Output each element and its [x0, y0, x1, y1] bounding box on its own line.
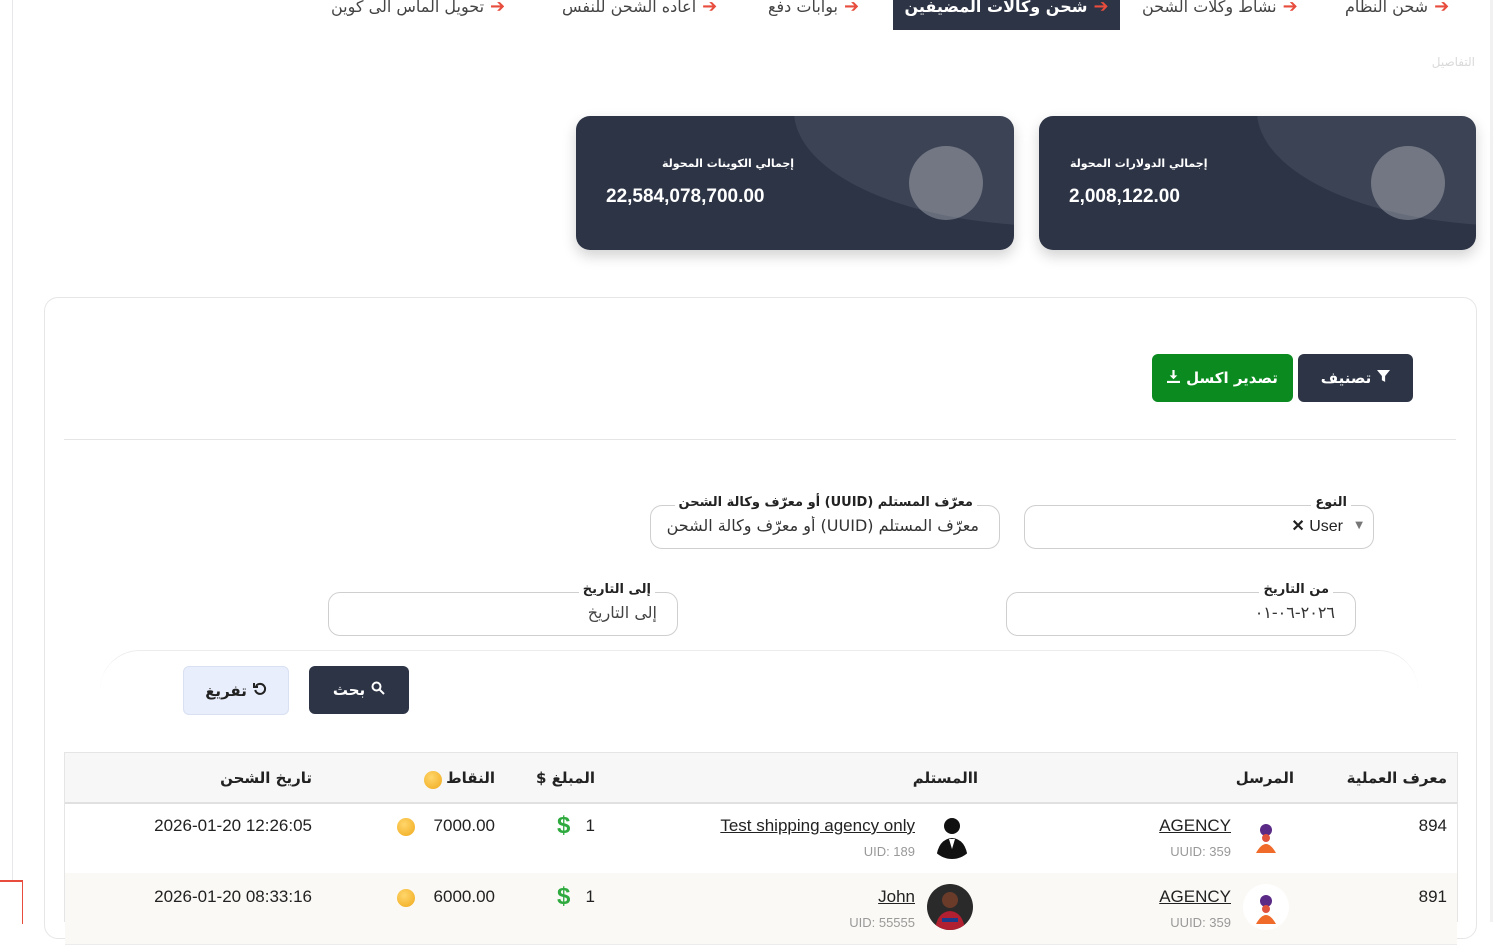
filter-icon	[1377, 369, 1391, 387]
reset-icon	[252, 682, 267, 700]
coin-icon	[424, 771, 442, 789]
recipient-link[interactable]: Test shipping agency only	[720, 816, 915, 836]
laravel-icon[interactable]	[0, 880, 23, 924]
type-selected-value: User ✕	[1285, 516, 1343, 536]
header-sender: المرسل	[1235, 769, 1294, 787]
recipient-uid: UID: 55555	[849, 915, 915, 930]
tab-diamond-to-coin[interactable]: ➔ تحويل الماس الى كوين	[331, 0, 505, 30]
sender-link[interactable]: AGENCY	[1159, 816, 1231, 836]
sender-name[interactable]: AGENCY	[1159, 816, 1231, 835]
tab-system-charge[interactable]: ➔ شحن النظام	[1345, 0, 1449, 30]
sender-uuid: UUID: 359	[1170, 915, 1231, 930]
stat-value: 2,008,122.00	[1069, 186, 1180, 207]
search-button[interactable]: بحث	[309, 666, 409, 714]
search-icon	[371, 681, 385, 699]
charge-date: 2026-01-20 12:26:05	[154, 816, 312, 835]
stat-label: إجمالي الدولارات المحولة	[1070, 157, 1208, 170]
recipient-name[interactable]: Test shipping agency only	[720, 816, 915, 835]
download-icon	[1167, 369, 1181, 387]
header-date: تاريخ الشحن	[220, 769, 312, 787]
stat-value: 22,584,078,700.00	[606, 186, 765, 207]
to-date-field[interactable]: إلى التاريخ إلى التاريخ	[328, 582, 678, 636]
coin-icon	[397, 818, 415, 836]
recipient-label: معرّف المستلم (UUID) أو معرّف وكالة الشح…	[674, 495, 977, 510]
sender-avatar	[1243, 813, 1289, 859]
table-row: 894 AGENCY UUID: 359 Test shipping agenc…	[65, 802, 1457, 874]
stat-card-coins: إجمالي الكوينات المحولة 22,584,078,700.0…	[576, 116, 1014, 250]
type-select[interactable]: النوع ▼ User ✕	[1024, 495, 1374, 549]
points-value: 7000.00	[433, 816, 495, 835]
arrow-right-icon: ➔	[1093, 0, 1109, 17]
recipient-avatar	[929, 813, 975, 859]
header-points: النقاط	[446, 769, 495, 787]
transactions-table: معرف العملية المرسل االمستلم المبلغ $ ال…	[64, 752, 1458, 945]
sender-uuid: UUID: 359	[1170, 844, 1231, 859]
table-row: 891 AGENCY UUID: 359 John UID: 55555 1 $…	[65, 873, 1457, 945]
card-bubble	[909, 146, 983, 220]
to-date-placeholder: إلى التاريخ	[587, 603, 657, 622]
to-date-label: إلى التاريخ	[578, 582, 655, 597]
sender-link[interactable]: AGENCY	[1159, 887, 1231, 907]
row-id: 891	[1418, 887, 1447, 906]
details-label: التفاصيل	[1431, 55, 1475, 69]
recipient-placeholder: معرّف المستلم (UUID) أو معرّف وكالة الشح…	[666, 516, 979, 535]
sender-avatar	[1243, 884, 1289, 930]
dollar-icon: $	[557, 883, 571, 910]
arrow-right-icon: ➔	[1282, 0, 1298, 17]
export-label: تصدير اكسل	[1186, 369, 1278, 387]
panel-inner-curve	[100, 650, 1418, 711]
from-date-field[interactable]: من التاريخ ٢٠٢٦-٠٦-٠١	[1006, 582, 1356, 636]
reset-button[interactable]: تفريغ	[183, 666, 289, 715]
coin-icon	[397, 889, 415, 907]
arrow-right-icon: ➔	[1434, 0, 1450, 17]
left-border	[12, 0, 13, 922]
stat-card-dollars: إجمالي الدولارات المحولة 2,008,122.00	[1039, 116, 1476, 250]
table-header: معرف العملية المرسل االمستلم المبلغ $ ال…	[65, 752, 1457, 804]
tab-label: شحن النظام	[1345, 0, 1429, 16]
amount-value: 1	[585, 816, 595, 835]
sender-name[interactable]: AGENCY	[1159, 887, 1231, 906]
header-recipient: االمستلم	[912, 769, 978, 787]
from-date-label: من التاريخ	[1259, 582, 1333, 597]
arrow-right-icon: ➔	[702, 0, 718, 17]
arrow-right-icon: ➔	[490, 0, 506, 17]
tab-label: شحن وكالات المضيفين	[904, 0, 1088, 16]
amount-value: 1	[585, 887, 595, 906]
recipient-avatar	[927, 884, 973, 930]
chevron-down-icon[interactable]: ▼	[1355, 520, 1363, 531]
recipient-name[interactable]: John	[878, 887, 915, 906]
dollar-icon: $	[557, 812, 571, 839]
tab-payment-gateways[interactable]: ➔ بوابات دفع	[768, 0, 859, 30]
stat-label: إجمالي الكوينات المحولة	[662, 157, 795, 170]
header-id: معرف العملية	[1346, 769, 1447, 787]
tab-label: نشاط وكلات الشحن	[1142, 0, 1277, 16]
tab-label: تحويل الماس الى كوين	[331, 0, 485, 16]
reset-label: تفريغ	[205, 681, 247, 700]
tab-host-agency-charge[interactable]: ➔ شحن وكالات المضيفين	[893, 0, 1120, 30]
points-value: 6000.00	[433, 887, 495, 906]
from-date-value: ٢٠٢٦-٠٦-٠١	[1254, 603, 1335, 622]
tab-label: اعاده الشحن للنفس	[562, 0, 697, 16]
type-label: النوع	[1311, 495, 1351, 510]
charge-date: 2026-01-20 08:33:16	[154, 887, 312, 906]
recipient-uid: UID: 189	[863, 844, 915, 859]
card-bubble	[1371, 146, 1445, 220]
classify-label: تصنيف	[1320, 369, 1372, 387]
tab-self-recharge[interactable]: ➔ اعاده الشحن للنفس	[562, 0, 717, 30]
panel-divider	[64, 439, 1456, 440]
search-label: بحث	[332, 681, 366, 699]
clear-icon[interactable]: ✕	[1291, 518, 1304, 535]
classify-button[interactable]: تصنيف	[1298, 354, 1413, 402]
arrow-right-icon: ➔	[843, 0, 860, 17]
recipient-uuid-field[interactable]: معرّف المستلم (UUID) أو معرّف وكالة الشح…	[650, 495, 1000, 549]
recipient-link[interactable]: John	[878, 887, 915, 907]
tab-agency-activity[interactable]: ➔ نشاط وكلات الشحن	[1142, 0, 1298, 30]
type-value: User	[1309, 518, 1343, 535]
header-amount: المبلغ $	[536, 769, 595, 787]
row-id: 894	[1418, 816, 1447, 835]
tab-label: بوابات دفع	[768, 0, 838, 16]
export-excel-button[interactable]: تصدير اكسل	[1152, 354, 1293, 402]
